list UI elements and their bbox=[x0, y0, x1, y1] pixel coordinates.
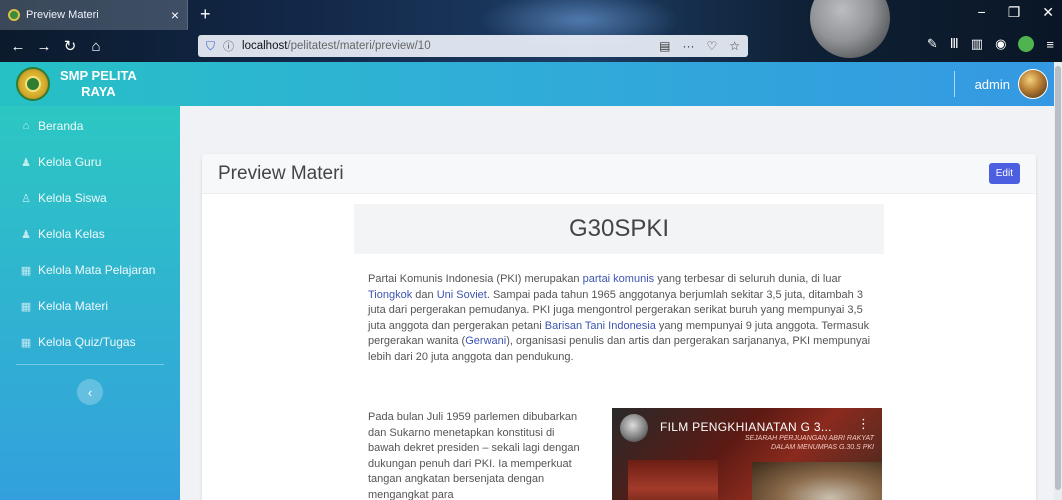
text-span: dan bbox=[412, 288, 437, 301]
video-scene-left bbox=[628, 460, 718, 500]
table-icon: ▦ bbox=[20, 300, 32, 313]
video-menu-icon[interactable]: ⋮ bbox=[857, 416, 870, 432]
header-divider bbox=[953, 71, 955, 97]
sidebar-item-label: Kelola Siswa bbox=[38, 191, 107, 205]
user-menu[interactable]: admin bbox=[953, 62, 1048, 106]
table-icon: ▦ bbox=[20, 336, 32, 349]
link-partai-komunis[interactable]: partai komunis bbox=[583, 273, 655, 285]
video-title[interactable]: FILM PENGKHIANATAN G 3... bbox=[660, 420, 832, 434]
reload-icon[interactable]: ↻ bbox=[62, 37, 78, 55]
edit-button[interactable]: Edit bbox=[988, 163, 1020, 184]
toolbar-extensions: ✎ Ⅲ ▥ ◉ ≡ bbox=[927, 36, 1054, 52]
window-controls: − ❐ ✕ bbox=[978, 4, 1054, 21]
reader-view-icon[interactable]: ▤ bbox=[659, 39, 670, 53]
sidebar-item-kelola-quiz-tugas[interactable]: ▦ Kelola Quiz/Tugas bbox=[0, 324, 180, 360]
home-icon: ⌂ bbox=[22, 120, 30, 132]
video-subtitle: SEJARAH PERJUANGAN ABRI RAKYAT DALAM MEN… bbox=[745, 434, 874, 452]
link-barisan-tani-indonesia[interactable]: Barisan Tani Indonesia bbox=[545, 320, 656, 332]
sidebar-item-kelola-materi[interactable]: ▦ Kelola Materi bbox=[0, 288, 180, 324]
library-icon[interactable]: Ⅲ bbox=[950, 36, 959, 52]
extension-icon[interactable]: ✎ bbox=[927, 36, 938, 52]
sidebar-item-kelola-siswa[interactable]: ♙ Kelola Siswa bbox=[0, 180, 180, 216]
user-icon: ♟ bbox=[21, 156, 31, 169]
preview-card: Preview Materi Edit G30SPKI Partai Komun… bbox=[202, 154, 1036, 500]
video-subtitle-line-2: DALAM MENUMPAS G.30.S PKI bbox=[771, 444, 874, 451]
table-icon: ▦ bbox=[20, 264, 32, 277]
brand[interactable]: SMP PELITA RAYA bbox=[0, 62, 180, 106]
account-icon[interactable]: ◉ bbox=[995, 36, 1006, 52]
video-scene-right bbox=[752, 462, 882, 500]
pocket-icon[interactable]: ♡ bbox=[706, 39, 717, 53]
material-paragraph-2: Pada bulan Juli 1959 parlemen dibubarkan… bbox=[368, 411, 580, 500]
browser-navbar: ← → ↻ ⌂ ⛉ ⓘ localhost/pelitatest/materi/… bbox=[0, 30, 1062, 62]
users-icon: ♙ bbox=[21, 192, 31, 205]
tab-title: Preview Materi bbox=[26, 9, 99, 21]
maximize-icon[interactable]: ❐ bbox=[1008, 4, 1021, 21]
minimize-icon[interactable]: − bbox=[978, 4, 986, 21]
menu-hamburger-icon[interactable]: ≡ bbox=[1046, 37, 1054, 52]
user-avatar[interactable] bbox=[1018, 69, 1048, 99]
profile-avatar-icon[interactable] bbox=[1018, 36, 1035, 52]
main-content: Preview Materi Edit G30SPKI Partai Komun… bbox=[180, 106, 1062, 500]
close-window-icon[interactable]: ✕ bbox=[1042, 4, 1054, 21]
sidebar-toggle-icon[interactable]: ▥ bbox=[971, 36, 983, 52]
sidebar-item-kelola-kelas[interactable]: ♟ Kelola Kelas bbox=[0, 216, 180, 252]
sidebar-collapse-button[interactable]: ‹ bbox=[77, 379, 103, 405]
card-header: Preview Materi Edit bbox=[202, 154, 1036, 194]
home-icon[interactable]: ⌂ bbox=[88, 38, 104, 55]
channel-avatar-icon bbox=[620, 414, 648, 442]
page-scrollbar[interactable] bbox=[1054, 62, 1062, 500]
page-title: Preview Materi bbox=[218, 162, 344, 184]
tracking-shield-icon[interactable]: ⛉ bbox=[206, 39, 215, 54]
url-text: localhost/pelitatest/materi/preview/10 bbox=[242, 40, 431, 52]
url-host: localhost bbox=[242, 40, 288, 52]
new-tab-button[interactable]: + bbox=[200, 4, 211, 25]
sidebar-item-label: Kelola Quiz/Tugas bbox=[38, 335, 136, 349]
sidebar-item-label: Beranda bbox=[38, 119, 84, 133]
material-paragraph-1: Partai Komunis Indonesia (PKI) merupakan… bbox=[368, 272, 878, 366]
link-tiongkok[interactable]: Tiongkok bbox=[368, 289, 412, 301]
brand-line-2: RAYA bbox=[81, 84, 116, 99]
browser-chrome: Preview Materi × + − ❐ ✕ ← → ↻ ⌂ ⛉ ⓘ loc… bbox=[0, 0, 1062, 62]
scrollbar-thumb[interactable] bbox=[1055, 66, 1061, 490]
material-lower-section: Pada bulan Juli 1959 parlemen dibubarkan… bbox=[368, 408, 898, 500]
sidebar: ⌂ Beranda ♟ Kelola Guru ♙ Kelola Siswa ♟… bbox=[0, 106, 180, 500]
page-actions-icon[interactable]: ··· bbox=[682, 39, 694, 53]
favicon-icon bbox=[8, 9, 20, 21]
close-tab-icon[interactable]: × bbox=[171, 7, 179, 23]
user-icon: ♟ bbox=[21, 228, 31, 241]
sidebar-item-label: Kelola Guru bbox=[38, 155, 102, 169]
video-subtitle-line-1: SEJARAH PERJUANGAN ABRI RAKYAT bbox=[744, 435, 874, 442]
sidebar-item-label: Kelola Materi bbox=[38, 299, 109, 313]
browser-tab[interactable]: Preview Materi × bbox=[0, 0, 188, 30]
bookmark-star-icon[interactable]: ☆ bbox=[729, 39, 740, 53]
text-span: Partai Komunis Indonesia (PKI) merupakan bbox=[368, 273, 583, 285]
address-actions: ▤ ··· ♡ ☆ bbox=[659, 39, 740, 53]
material-document: G30SPKI Partai Komunis Indonesia (PKI) m… bbox=[354, 204, 884, 366]
material-title-box: G30SPKI bbox=[354, 204, 884, 254]
sidebar-divider bbox=[16, 364, 164, 365]
sidebar-item-label: Kelola Kelas bbox=[38, 227, 105, 241]
embedded-video[interactable]: FILM PENGKHIANATAN G 3... ⋮ SEJARAH PERJ… bbox=[612, 408, 882, 500]
app-header: SMP PELITA RAYA admin bbox=[0, 62, 1062, 106]
school-logo-icon bbox=[16, 67, 50, 101]
brand-name: SMP PELITA RAYA bbox=[60, 68, 137, 100]
site-info-icon[interactable]: ⓘ bbox=[223, 38, 234, 54]
sidebar-item-label: Kelola Mata Pelajaran bbox=[38, 263, 156, 277]
material-title: G30SPKI bbox=[568, 215, 670, 242]
sidebar-item-beranda[interactable]: ⌂ Beranda bbox=[0, 108, 180, 144]
sidebar-item-kelola-guru[interactable]: ♟ Kelola Guru bbox=[0, 144, 180, 180]
link-gerwani[interactable]: Gerwani bbox=[465, 335, 506, 347]
link-uni-soviet[interactable]: Uni Soviet bbox=[437, 289, 487, 301]
sidebar-item-kelola-mata-pelajaran[interactable]: ▦ Kelola Mata Pelajaran bbox=[0, 252, 180, 288]
text-span: yang terbesar di seluruh dunia, di luar bbox=[654, 273, 842, 285]
brand-line-1: SMP PELITA bbox=[60, 68, 137, 83]
back-icon[interactable]: ← bbox=[10, 38, 26, 55]
forward-icon[interactable]: → bbox=[36, 38, 52, 55]
address-bar[interactable]: ⛉ ⓘ localhost/pelitatest/materi/preview/… bbox=[198, 35, 748, 57]
url-path: /pelitatest/materi/preview/10 bbox=[287, 40, 431, 52]
user-name[interactable]: admin bbox=[975, 77, 1010, 92]
